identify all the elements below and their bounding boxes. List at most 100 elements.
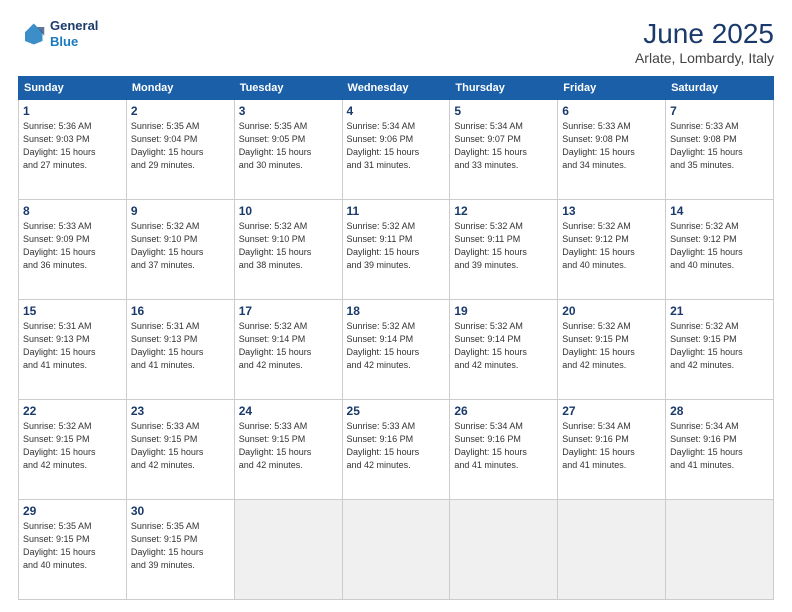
calendar-cell: 27 Sunrise: 5:34 AMSunset: 9:16 PMDayligh… [558,400,666,500]
calendar-cell: 26 Sunrise: 5:34 AMSunset: 9:16 PMDayligh… [450,400,558,500]
calendar-cell: 18 Sunrise: 5:32 AMSunset: 9:14 PMDayligh… [342,300,450,400]
calendar-cell: 1 Sunrise: 5:36 AMSunset: 9:03 PMDaylight… [19,100,127,200]
day-info: Sunrise: 5:32 AMSunset: 9:11 PMDaylight:… [347,220,446,272]
day-number: 9 [131,204,230,218]
day-info: Sunrise: 5:32 AMSunset: 9:14 PMDaylight:… [347,320,446,372]
day-info: Sunrise: 5:34 AMSunset: 9:16 PMDaylight:… [562,420,661,472]
day-info: Sunrise: 5:33 AMSunset: 9:08 PMDaylight:… [670,120,769,172]
day-info: Sunrise: 5:32 AMSunset: 9:11 PMDaylight:… [454,220,553,272]
day-number: 22 [23,404,122,418]
day-number: 15 [23,304,122,318]
calendar-week-row: 1 Sunrise: 5:36 AMSunset: 9:03 PMDaylight… [19,100,774,200]
day-info: Sunrise: 5:33 AMSunset: 9:15 PMDaylight:… [131,420,230,472]
weekday-header: Sunday [19,77,127,100]
calendar-cell: 2 Sunrise: 5:35 AMSunset: 9:04 PMDaylight… [126,100,234,200]
header: General Blue June 2025 Arlate, Lombardy,… [18,18,774,66]
calendar-cell: 11 Sunrise: 5:32 AMSunset: 9:11 PMDayligh… [342,200,450,300]
day-number: 28 [670,404,769,418]
calendar-cell: 5 Sunrise: 5:34 AMSunset: 9:07 PMDaylight… [450,100,558,200]
calendar-header: SundayMondayTuesdayWednesdayThursdayFrid… [19,77,774,100]
day-info: Sunrise: 5:36 AMSunset: 9:03 PMDaylight:… [23,120,122,172]
calendar-cell: 4 Sunrise: 5:34 AMSunset: 9:06 PMDaylight… [342,100,450,200]
day-number: 5 [454,104,553,118]
calendar-cell: 24Sunrise: 5:33 AMSunset: 9:15 PMDayligh… [234,400,342,500]
calendar-cell: 25 Sunrise: 5:33 AMSunset: 9:16 PMDayligh… [342,400,450,500]
weekday-header: Saturday [666,77,774,100]
weekday-header: Monday [126,77,234,100]
calendar-cell: 3Sunrise: 5:35 AMSunset: 9:05 PMDaylight… [234,100,342,200]
calendar-cell [450,500,558,600]
calendar-cell: 16 Sunrise: 5:31 AMSunset: 9:13 PMDayligh… [126,300,234,400]
day-info: Sunrise: 5:32 AMSunset: 9:14 PMDaylight:… [239,320,338,372]
calendar-cell: 28 Sunrise: 5:34 AMSunset: 9:16 PMDayligh… [666,400,774,500]
calendar-body: 1 Sunrise: 5:36 AMSunset: 9:03 PMDaylight… [19,100,774,600]
calendar-cell: 9 Sunrise: 5:32 AMSunset: 9:10 PMDaylight… [126,200,234,300]
day-info: Sunrise: 5:34 AMSunset: 9:07 PMDaylight:… [454,120,553,172]
calendar-week-row: 8Sunrise: 5:33 AMSunset: 9:09 PMDaylight… [19,200,774,300]
day-info: Sunrise: 5:34 AMSunset: 9:16 PMDaylight:… [670,420,769,472]
day-number: 19 [454,304,553,318]
calendar-title: June 2025 [635,18,774,50]
weekday-row: SundayMondayTuesdayWednesdayThursdayFrid… [19,77,774,100]
weekday-header: Friday [558,77,666,100]
calendar-subtitle: Arlate, Lombardy, Italy [635,50,774,66]
day-info: Sunrise: 5:32 AMSunset: 9:12 PMDaylight:… [562,220,661,272]
day-number: 29 [23,504,122,518]
calendar-cell [558,500,666,600]
calendar-cell: 15Sunrise: 5:31 AMSunset: 9:13 PMDayligh… [19,300,127,400]
day-info: Sunrise: 5:32 AMSunset: 9:15 PMDaylight:… [23,420,122,472]
calendar-cell: 30Sunrise: 5:35 AMSunset: 9:15 PMDayligh… [126,500,234,600]
calendar-cell: 20 Sunrise: 5:32 AMSunset: 9:15 PMDayligh… [558,300,666,400]
day-number: 11 [347,204,446,218]
day-info: Sunrise: 5:34 AMSunset: 9:16 PMDaylight:… [454,420,553,472]
day-number: 13 [562,204,661,218]
day-number: 12 [454,204,553,218]
day-info: Sunrise: 5:32 AMSunset: 9:15 PMDaylight:… [562,320,661,372]
logo-icon [18,20,46,48]
calendar-cell: 23Sunrise: 5:33 AMSunset: 9:15 PMDayligh… [126,400,234,500]
day-number: 26 [454,404,553,418]
day-number: 16 [131,304,230,318]
calendar-cell: 8Sunrise: 5:33 AMSunset: 9:09 PMDaylight… [19,200,127,300]
day-number: 2 [131,104,230,118]
calendar-cell: 13 Sunrise: 5:32 AMSunset: 9:12 PMDayligh… [558,200,666,300]
logo: General Blue [18,18,98,49]
day-info: Sunrise: 5:35 AMSunset: 9:05 PMDaylight:… [239,120,338,172]
calendar-cell [342,500,450,600]
day-info: Sunrise: 5:32 AMSunset: 9:10 PMDaylight:… [239,220,338,272]
day-number: 20 [562,304,661,318]
day-number: 27 [562,404,661,418]
day-info: Sunrise: 5:32 AMSunset: 9:14 PMDaylight:… [454,320,553,372]
page: General Blue June 2025 Arlate, Lombardy,… [0,0,792,612]
weekday-header: Tuesday [234,77,342,100]
day-info: Sunrise: 5:34 AMSunset: 9:06 PMDaylight:… [347,120,446,172]
calendar-cell: 6Sunrise: 5:33 AMSunset: 9:08 PMDaylight… [558,100,666,200]
day-info: Sunrise: 5:35 AMSunset: 9:15 PMDaylight:… [131,520,230,572]
calendar-cell: 7Sunrise: 5:33 AMSunset: 9:08 PMDaylight… [666,100,774,200]
calendar-table: SundayMondayTuesdayWednesdayThursdayFrid… [18,76,774,600]
day-info: Sunrise: 5:35 AMSunset: 9:04 PMDaylight:… [131,120,230,172]
calendar-cell [234,500,342,600]
day-info: Sunrise: 5:33 AMSunset: 9:16 PMDaylight:… [347,420,446,472]
calendar-cell: 14 Sunrise: 5:32 AMSunset: 9:12 PMDayligh… [666,200,774,300]
day-info: Sunrise: 5:32 AMSunset: 9:10 PMDaylight:… [131,220,230,272]
calendar-week-row: 22 Sunrise: 5:32 AMSunset: 9:15 PMDayligh… [19,400,774,500]
day-info: Sunrise: 5:32 AMSunset: 9:12 PMDaylight:… [670,220,769,272]
title-block: June 2025 Arlate, Lombardy, Italy [635,18,774,66]
logo-line1: General [50,18,98,34]
day-number: 25 [347,404,446,418]
day-info: Sunrise: 5:33 AMSunset: 9:15 PMDaylight:… [239,420,338,472]
day-info: Sunrise: 5:31 AMSunset: 9:13 PMDaylight:… [131,320,230,372]
day-info: Sunrise: 5:33 AMSunset: 9:09 PMDaylight:… [23,220,122,272]
calendar-week-row: 29 Sunrise: 5:35 AMSunset: 9:15 PMDayligh… [19,500,774,600]
day-number: 4 [347,104,446,118]
day-number: 21 [670,304,769,318]
weekday-header: Thursday [450,77,558,100]
day-info: Sunrise: 5:32 AMSunset: 9:15 PMDaylight:… [670,320,769,372]
day-number: 14 [670,204,769,218]
day-number: 6 [562,104,661,118]
calendar-cell: 29Sunrise: 5:35 AMSunset: 9:15 PMDayligh… [19,500,127,600]
day-number: 18 [347,304,446,318]
day-number: 1 [23,104,122,118]
day-number: 17 [239,304,338,318]
